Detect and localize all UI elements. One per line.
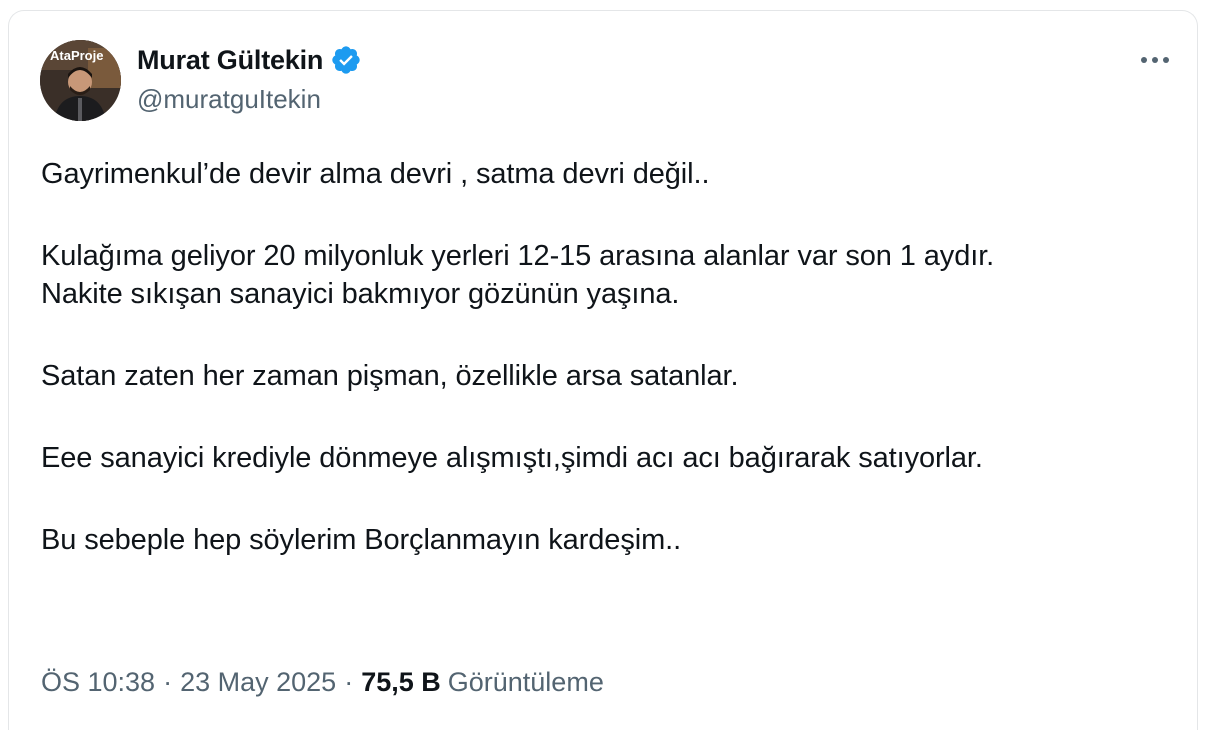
tweet-line: Gayrimenkul’de devir alma devri , satma …	[41, 158, 710, 190]
views-count[interactable]: 75,5 B	[361, 667, 441, 698]
more-options-button[interactable]	[1135, 47, 1175, 73]
tweet-meta: ÖS 10:38 · 23 May 2025 · 75,5 B Görüntül…	[41, 667, 604, 698]
verified-badge-icon[interactable]	[330, 44, 362, 76]
tweet-paragraph: Eee sanayici krediyle dönmeye alışmıştı,…	[41, 439, 1191, 477]
tweet-line: Nakite sıkışan sanayici bakmıyor gözünün…	[41, 278, 680, 310]
tweet-line: Satan zaten her zaman pişman, özellikle …	[41, 360, 739, 392]
avatar-image: AtaProje	[40, 40, 121, 121]
author-name[interactable]: Murat Gültekin	[137, 45, 323, 76]
tweet-paragraph: Kulağıma geliyor 20 milyonluk yerleri 12…	[41, 237, 1191, 313]
tweet-line: Bu sebeple hep söylerim Borçlanmayın kar…	[41, 524, 682, 556]
tweet-paragraph: Satan zaten her zaman pişman, özellikle …	[41, 357, 1191, 395]
author-name-row: Murat Gültekin	[137, 42, 362, 78]
avatar-logo-text: AtaProje	[50, 48, 103, 63]
views-label[interactable]: Görüntüleme	[448, 667, 604, 698]
avatar[interactable]: AtaProje	[40, 40, 121, 121]
tweet-time[interactable]: ÖS 10:38	[41, 667, 155, 698]
meta-separator: ·	[163, 667, 173, 697]
meta-separator: ·	[344, 667, 354, 697]
author-handle[interactable]: @muratguItekin	[137, 84, 321, 115]
tweet-line: Kulağıma geliyor 20 milyonluk yerleri 12…	[41, 240, 995, 272]
tweet-text: Gayrimenkul’de devir alma devri , satma …	[41, 155, 1191, 603]
tweet-line: Eee sanayici krediyle dönmeye alışmıştı,…	[41, 442, 983, 474]
tweet-paragraph: Bu sebeple hep söylerim Borçlanmayın kar…	[41, 521, 1191, 559]
more-dots-icon	[1141, 57, 1169, 63]
tweet-paragraph: Gayrimenkul’de devir alma devri , satma …	[41, 155, 1191, 193]
tweet-card: AtaProje Murat Gültekin @muratguItekin G…	[8, 10, 1198, 730]
tweet-date[interactable]: 23 May 2025	[180, 667, 336, 698]
